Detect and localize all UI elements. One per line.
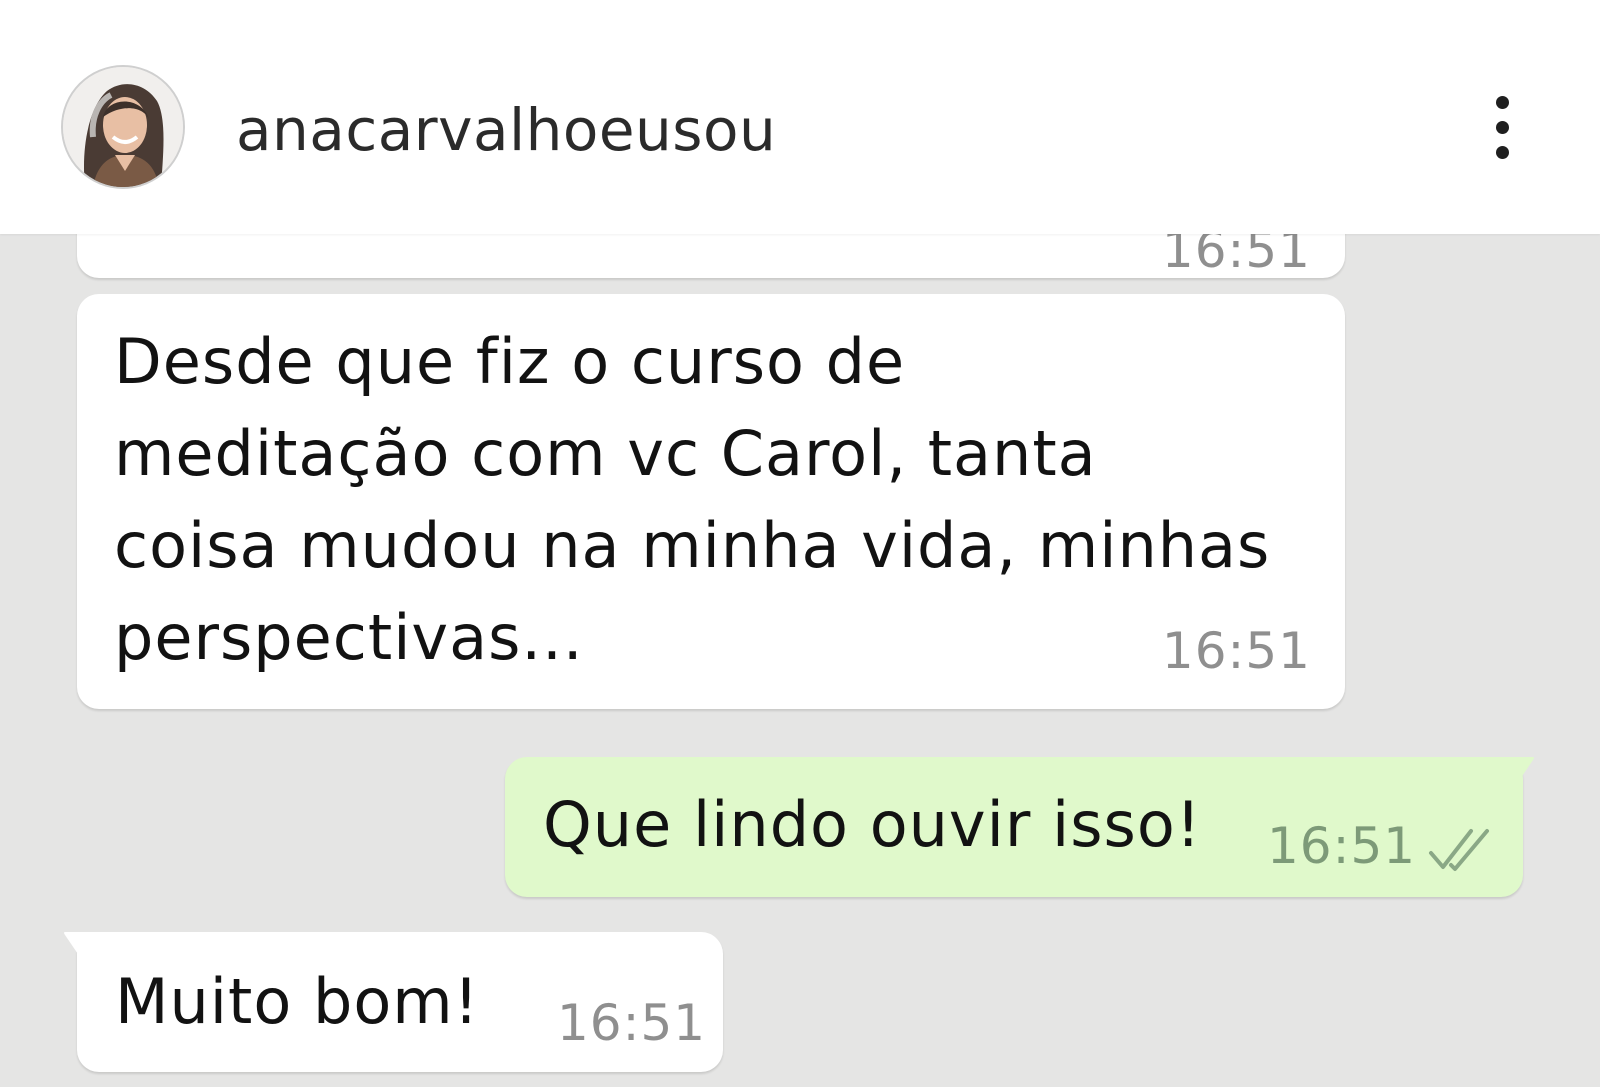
avatar[interactable] xyxy=(63,67,183,187)
bubble-tail xyxy=(64,932,105,982)
message-bubble-received[interactable]: Muito bom! 16:51 xyxy=(64,932,723,1072)
chat-header: anacarvalhoeusou xyxy=(0,0,1600,234)
contact-username[interactable]: anacarvalhoeusou xyxy=(236,90,776,170)
message-text: Que lindo ouvir isso! xyxy=(543,788,1202,861)
message-bubble-received[interactable]: Desde que fiz o curso de meditação com v… xyxy=(77,294,1345,709)
message-text: Desde que fiz o curso de meditação com v… xyxy=(114,325,1271,674)
message-bubble-received[interactable]: 16:51 xyxy=(77,234,1345,279)
menu-dot xyxy=(1496,121,1509,134)
profile-photo-icon xyxy=(63,67,183,187)
chat-thread[interactable]: 16:51 Desde que fiz o curso de meditação… xyxy=(0,234,1600,1087)
menu-dot xyxy=(1496,146,1509,159)
message-time: 16:51 xyxy=(557,994,707,1052)
message-time: 16:51 xyxy=(1161,622,1311,680)
double-check-icon xyxy=(1429,829,1489,871)
kebab-menu-icon[interactable] xyxy=(1488,92,1518,164)
message-time: 16:51 xyxy=(1267,817,1417,875)
message-time: 16:51 xyxy=(1161,234,1311,279)
message-text: Muito bom! xyxy=(115,965,480,1038)
message-bubble-sent[interactable]: Que lindo ouvir isso! 16:51 xyxy=(505,757,1534,897)
bubble-tail xyxy=(1493,757,1534,807)
menu-dot xyxy=(1496,96,1509,109)
